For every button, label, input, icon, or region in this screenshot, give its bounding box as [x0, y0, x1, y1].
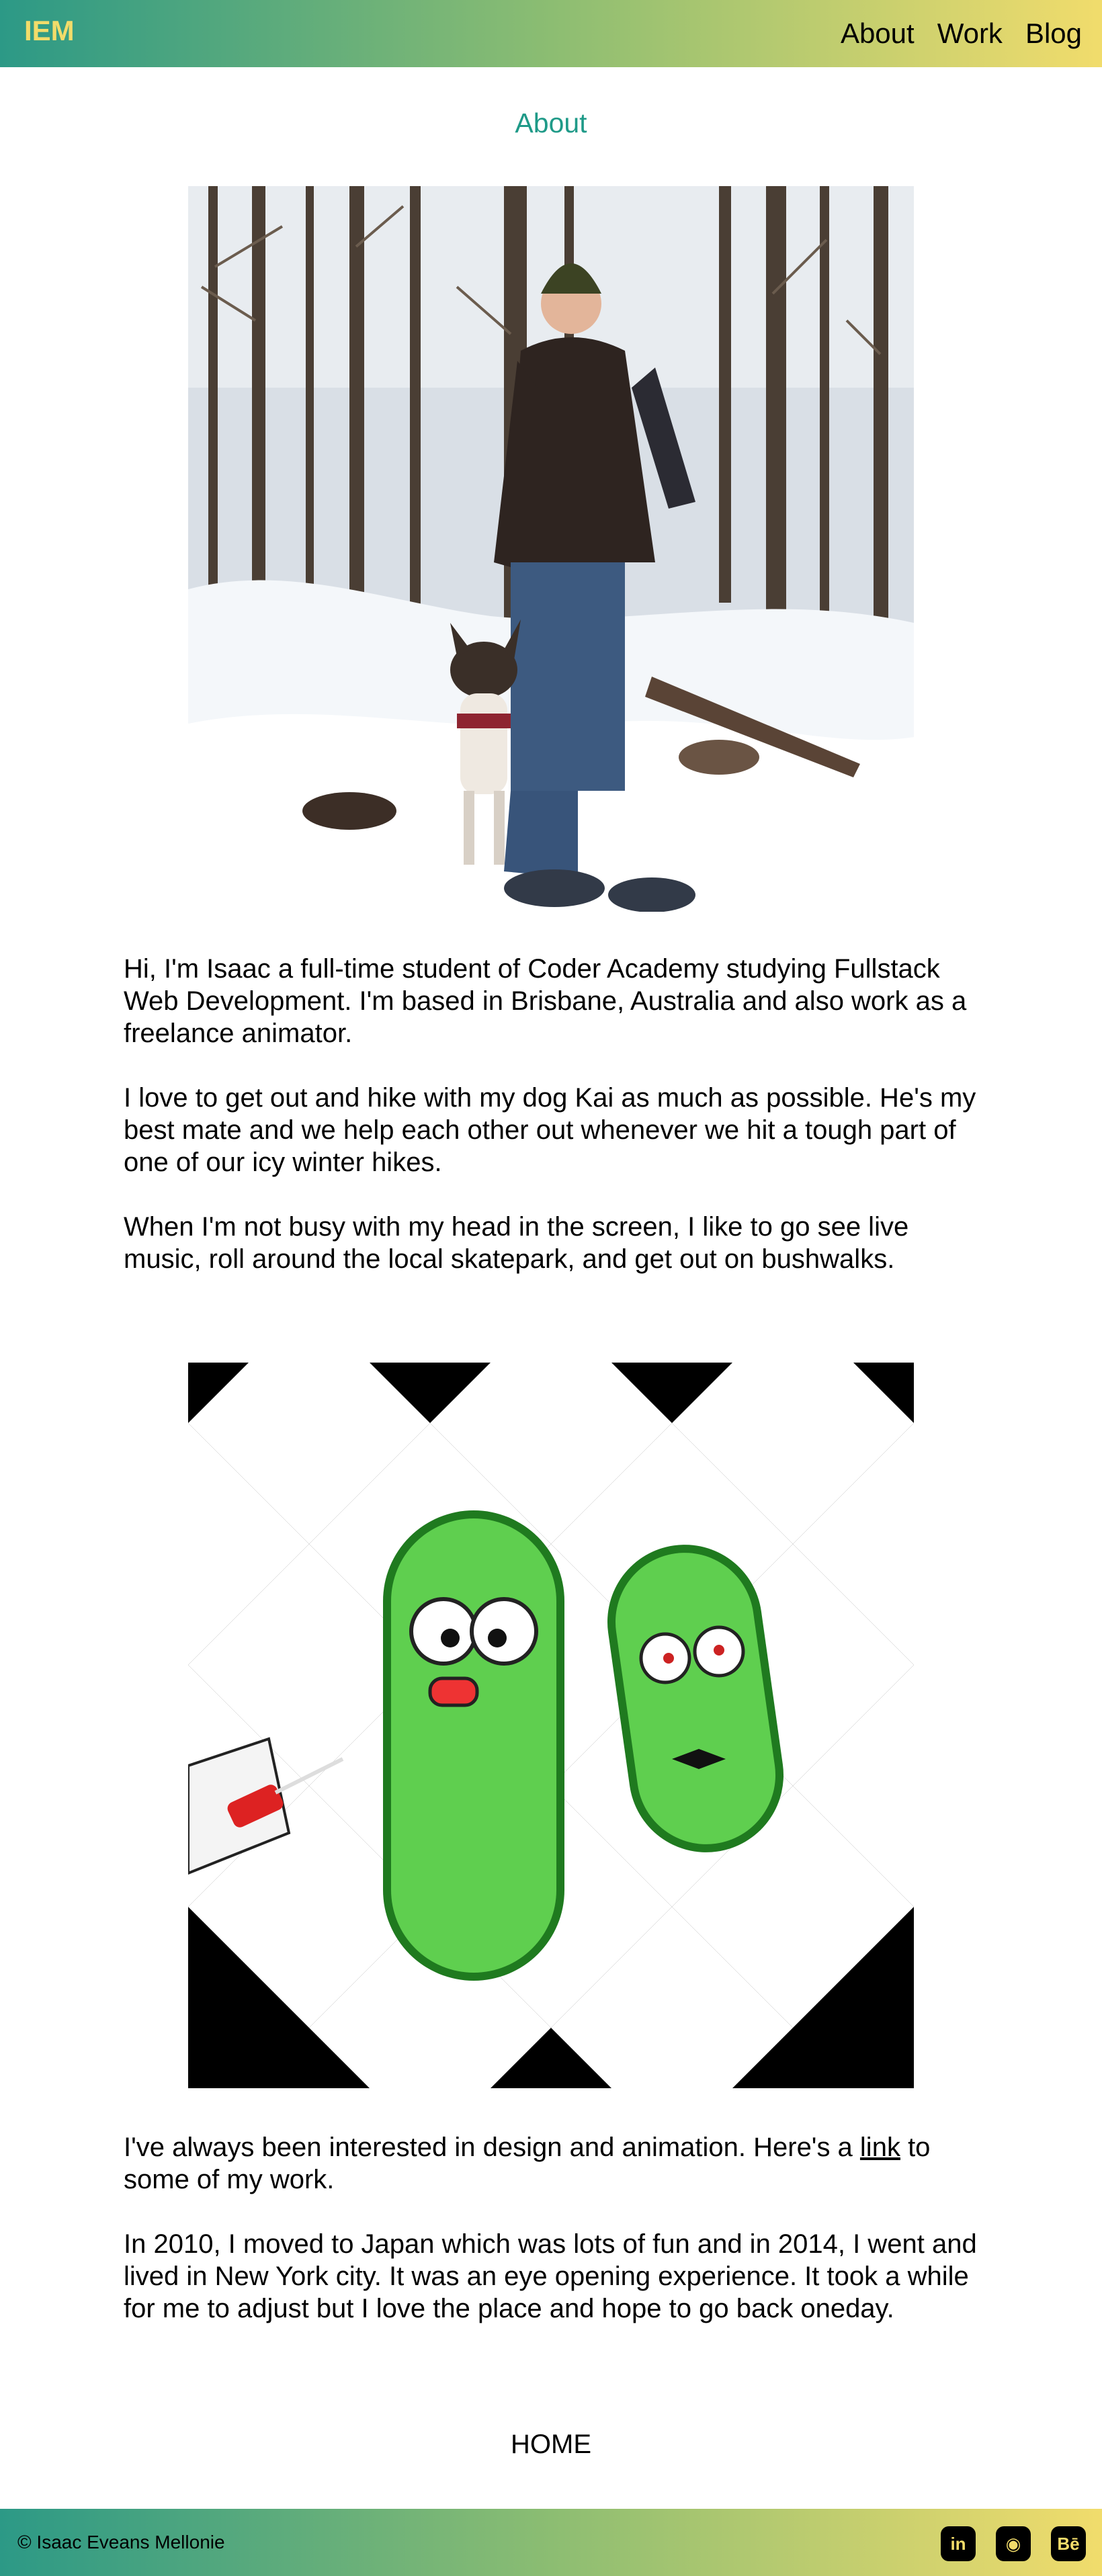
nav-about-link[interactable]: About: [841, 17, 915, 50]
nav-work-link[interactable]: Work: [937, 17, 1003, 50]
design-paragraph-text: I've always been interested in design an…: [124, 2133, 860, 2162]
hobbies-paragraph: When I'm not busy with my head in the sc…: [124, 1212, 909, 1274]
hiking-photo: [188, 186, 914, 912]
intro-paragraph: Hi, I'm Isaac a full-time student of Cod…: [124, 954, 967, 1048]
hiking-paragraph: I love to get out and hike with my dog K…: [124, 1083, 976, 1177]
site-header: IEM About Work Blog: [0, 0, 1102, 67]
pickle-animation-graphic: [188, 1363, 914, 2088]
travel-paragraph: In 2010, I moved to Japan which was lots…: [124, 2229, 977, 2323]
work-link[interactable]: link: [860, 2133, 900, 2162]
social-links: in ◉ Bē: [941, 2526, 1086, 2561]
behance-icon[interactable]: Bē: [1051, 2526, 1086, 2561]
main-nav: About Work Blog: [841, 0, 1102, 67]
design-paragraph: I've always been interested in design an…: [124, 2131, 990, 2196]
site-footer: © Isaac Eveans Mellonie in ◉ Bē: [0, 2509, 1102, 2576]
copyright-text: © Isaac Eveans Mellonie: [17, 2532, 225, 2552]
home-link[interactable]: HOME: [0, 2430, 1102, 2460]
site-logo[interactable]: IEM: [24, 15, 75, 47]
github-icon[interactable]: ◉: [996, 2526, 1031, 2561]
pickle-animation-image: [188, 1363, 914, 2088]
nav-blog-link[interactable]: Blog: [1025, 17, 1082, 50]
hiking-photo-graphic: [188, 186, 914, 912]
page-title: About: [515, 108, 587, 138]
linkedin-icon[interactable]: in: [941, 2526, 976, 2561]
